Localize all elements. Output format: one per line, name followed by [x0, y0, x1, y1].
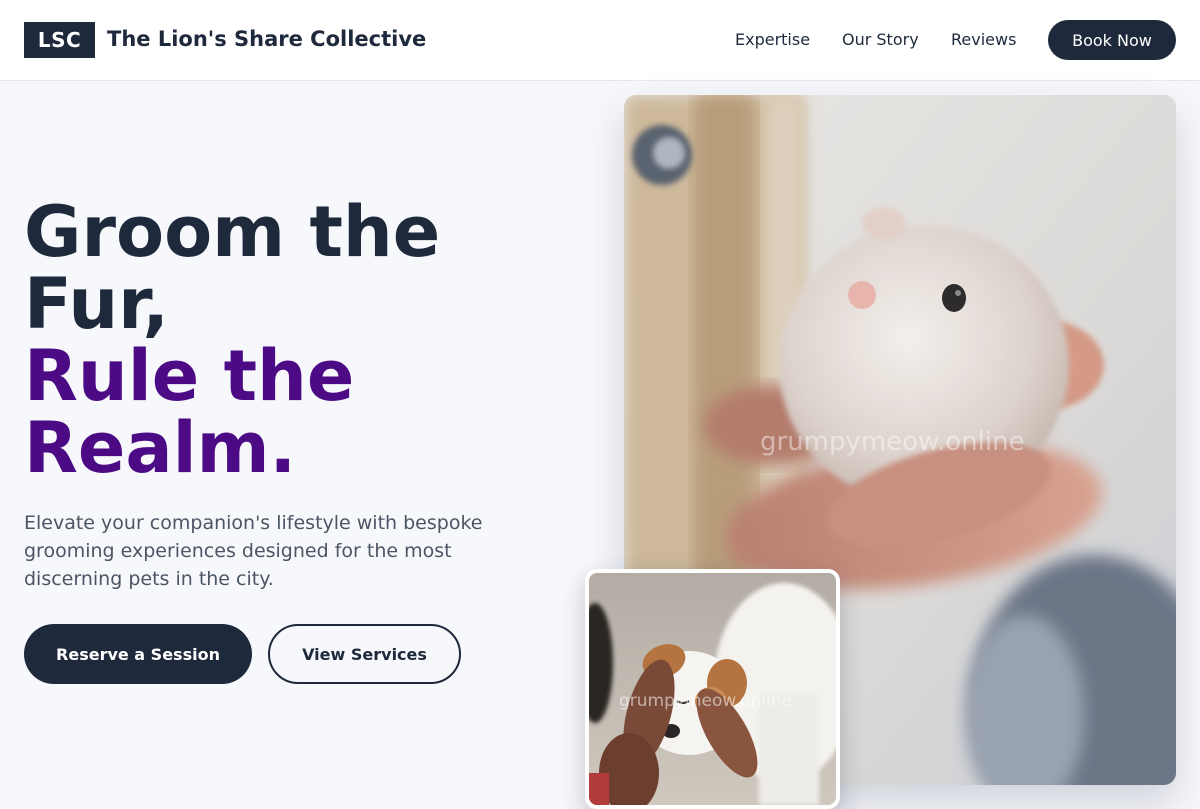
reserve-session-button[interactable]: Reserve a Session	[24, 624, 252, 684]
nav-link-our-story[interactable]: Our Story	[842, 30, 919, 49]
hero-headline: Groom the Fur, Rule the Realm.	[24, 196, 584, 484]
headline-line-2: Fur,	[24, 263, 169, 345]
headline-accent-line-1: Rule the	[24, 335, 355, 417]
watermark-inset: grumpymeow.online	[619, 691, 792, 711]
brand-name[interactable]: The Lion's Share Collective	[107, 27, 426, 51]
headline-accent-line-2: Realm.	[24, 407, 297, 489]
watermark-main: grumpymeow.online	[760, 427, 1025, 457]
view-services-button[interactable]: View Services	[268, 624, 461, 684]
site-header: LSC The Lion's Share Collective Expertis…	[0, 0, 1200, 81]
puppy-illustration	[589, 573, 836, 805]
nav-link-expertise[interactable]: Expertise	[735, 30, 810, 49]
headline-line-1: Groom the	[24, 191, 441, 273]
hero-subtext: Elevate your companion's lifestyle with …	[24, 512, 483, 590]
puppy-photo: grumpymeow.online	[585, 569, 840, 809]
book-now-button[interactable]: Book Now	[1048, 20, 1176, 60]
logo[interactable]: LSC	[24, 22, 95, 58]
nav-link-reviews[interactable]: Reviews	[951, 30, 1016, 49]
